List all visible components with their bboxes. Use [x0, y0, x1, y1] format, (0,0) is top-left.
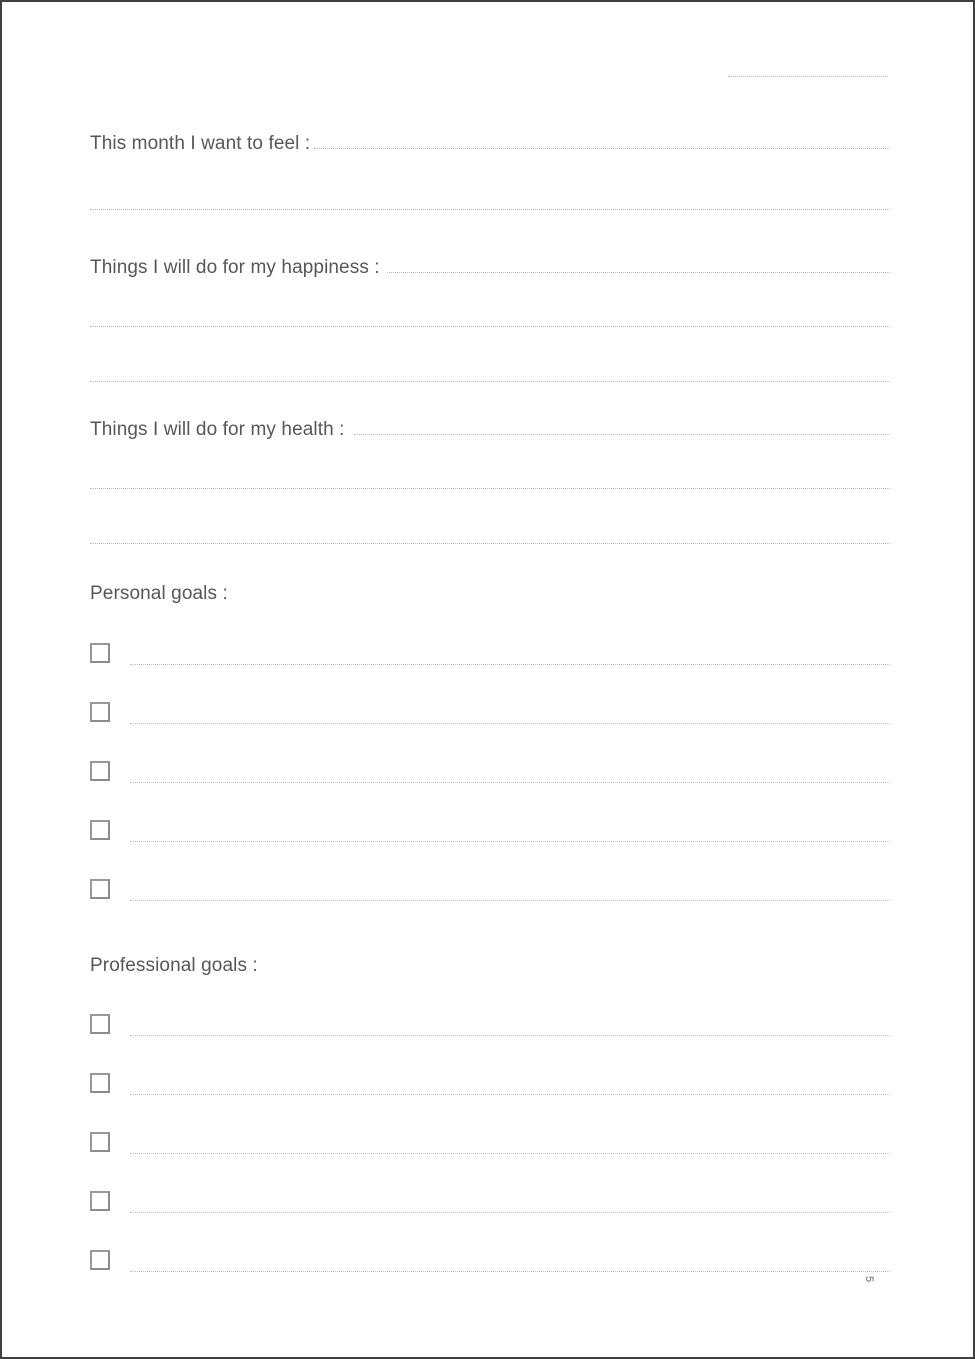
goal-writing-line-professional-goals-1[interactable]	[130, 1035, 890, 1036]
checkbox-personal-goals-1[interactable]	[90, 643, 110, 663]
checkbox-professional-goals-2[interactable]	[90, 1073, 110, 1093]
section-label-professional-goals: Professional goals :	[90, 955, 258, 976]
goal-writing-line-personal-goals-2[interactable]	[130, 723, 890, 724]
worksheet-page: This month I want to feel : Things I will…	[0, 0, 975, 1359]
goal-row	[90, 643, 890, 667]
prompt-writing-line-happiness-2[interactable]	[90, 326, 890, 327]
checkbox-professional-goals-3[interactable]	[90, 1132, 110, 1152]
goal-row	[90, 1132, 890, 1156]
goal-row	[90, 1014, 890, 1038]
prompt-label-happiness: Things I will do for my happiness :	[90, 257, 380, 278]
prompt-writing-line-feel-2[interactable]	[90, 209, 890, 210]
goal-writing-line-personal-goals-3[interactable]	[130, 782, 890, 783]
top-right-dotted-rule	[728, 75, 888, 77]
page-number: 5	[863, 1275, 875, 1283]
checkbox-personal-goals-3[interactable]	[90, 761, 110, 781]
checkbox-professional-goals-1[interactable]	[90, 1014, 110, 1034]
goal-writing-line-professional-goals-3[interactable]	[130, 1153, 890, 1154]
goal-writing-line-personal-goals-5[interactable]	[130, 900, 890, 901]
goal-row	[90, 879, 890, 903]
prompt-label-health: Things I will do for my health :	[90, 419, 345, 440]
section-label-personal-goals: Personal goals :	[90, 583, 228, 604]
goal-writing-line-professional-goals-4[interactable]	[130, 1212, 890, 1213]
goal-row	[90, 761, 890, 785]
checkbox-personal-goals-2[interactable]	[90, 702, 110, 722]
checkbox-personal-goals-4[interactable]	[90, 820, 110, 840]
goal-row	[90, 1250, 890, 1274]
goal-row	[90, 820, 890, 844]
prompt-writing-line-happiness[interactable]	[387, 272, 890, 273]
checkbox-professional-goals-4[interactable]	[90, 1191, 110, 1211]
goal-writing-line-personal-goals-4[interactable]	[130, 841, 890, 842]
prompt-writing-line-feel[interactable]	[314, 148, 890, 149]
prompt-writing-line-happiness-3[interactable]	[90, 381, 890, 382]
prompt-label-feel: This month I want to feel :	[90, 133, 311, 154]
checkbox-personal-goals-5[interactable]	[90, 879, 110, 899]
goal-writing-line-personal-goals-1[interactable]	[130, 664, 890, 665]
prompt-writing-line-health-3[interactable]	[90, 543, 890, 544]
goal-row	[90, 1191, 890, 1215]
goal-writing-line-professional-goals-2[interactable]	[130, 1094, 890, 1095]
checkbox-professional-goals-5[interactable]	[90, 1250, 110, 1270]
goal-writing-line-professional-goals-5[interactable]	[130, 1271, 890, 1272]
goal-row	[90, 702, 890, 726]
goal-row	[90, 1073, 890, 1097]
prompt-writing-line-health[interactable]	[354, 434, 890, 435]
prompt-writing-line-health-2[interactable]	[90, 488, 890, 489]
